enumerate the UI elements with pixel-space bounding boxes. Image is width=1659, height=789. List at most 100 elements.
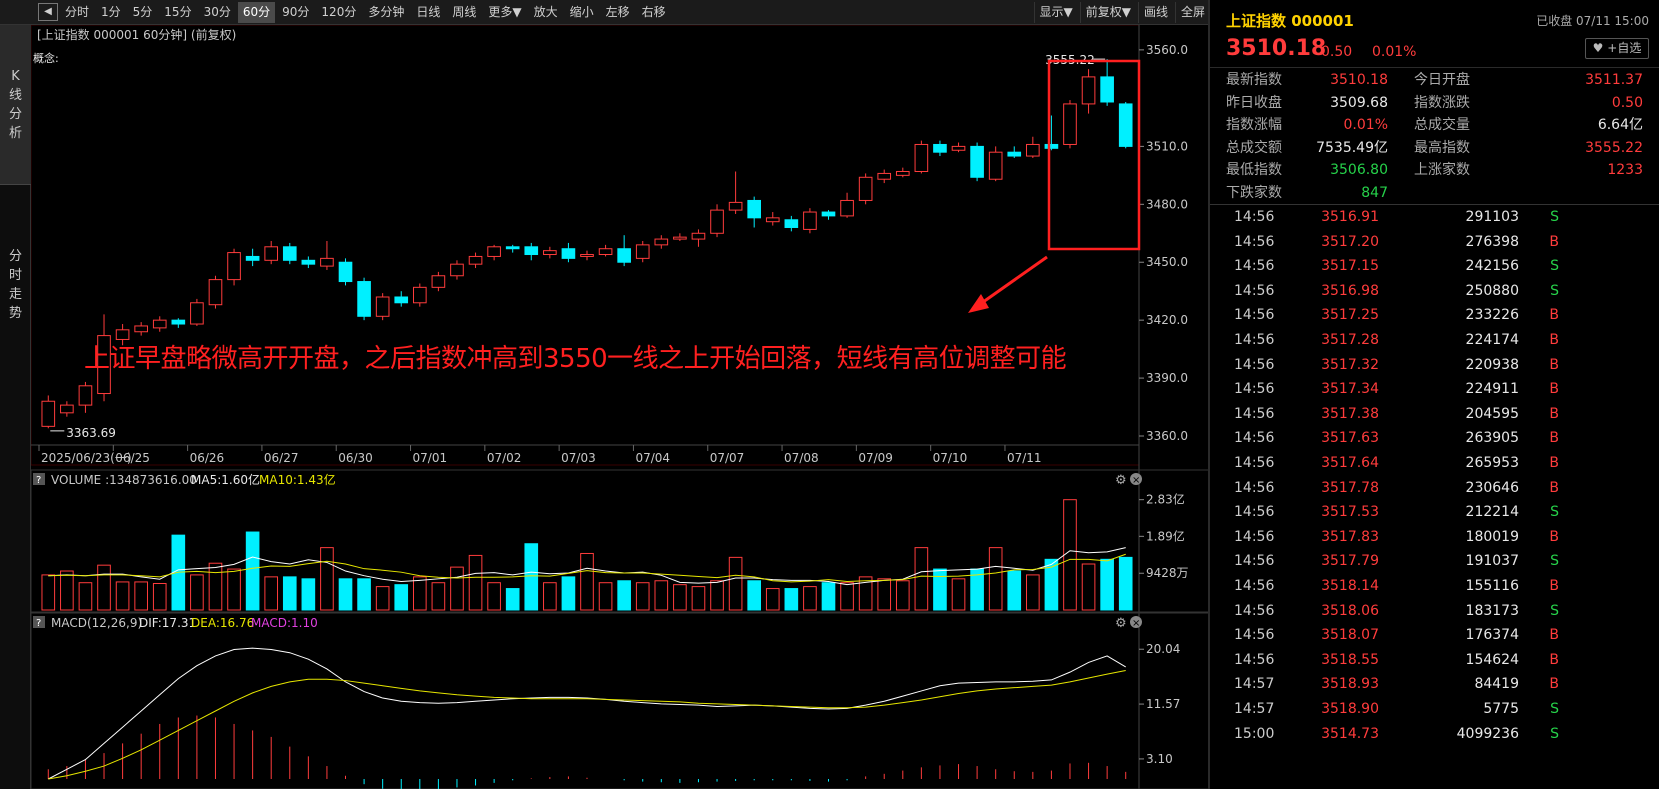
tick-side: S (1550, 504, 1559, 521)
volume-bar (505, 588, 520, 611)
chart-area[interactable]: [上证指数 000001 60分钟] (前复权) 概念: 3560.0 3510.0 3… (31, 25, 1208, 789)
period-button-5[interactable]: 60分 (237, 1, 276, 23)
period-button-0[interactable]: 分时 (60, 2, 94, 23)
tick-list[interactable]: 14:56 3516.91 291103 S 14:56 3517.20 276398 B 14… (1210, 204, 1659, 742)
stat-label: 今日开盘 (1414, 72, 1470, 88)
volume-bar (543, 582, 557, 611)
volume-bar (338, 578, 353, 611)
tick-price: 3517.32 (1321, 356, 1379, 373)
tick-side: B (1549, 479, 1559, 496)
stat-label: 指数涨幅 (1226, 117, 1282, 133)
tick-side: B (1549, 455, 1559, 471)
period-button-2[interactable]: 5分 (128, 2, 158, 23)
period-button-11[interactable]: 更多▼ (483, 2, 526, 23)
side-tab-char: 线 (8, 87, 22, 103)
period-button-4[interactable]: 30分 (199, 2, 236, 23)
candle-body (803, 211, 817, 230)
volume-bar (282, 576, 297, 611)
volume-bar (821, 582, 836, 611)
toolbar-right-button-3[interactable]: 全屏 (1174, 1, 1210, 23)
gear-icon[interactable]: ⚙ (1115, 616, 1127, 631)
tick-volume: 204595 (1465, 405, 1519, 422)
candle-body (1081, 76, 1096, 105)
period-button-7[interactable]: 120分 (316, 2, 361, 23)
candle-body (617, 248, 631, 263)
tick-row: 14:56 3518.14 155116 B (1210, 574, 1659, 598)
gear-icon[interactable]: ⚙ (1115, 473, 1127, 488)
tick-time: 14:56 (1234, 602, 1275, 619)
period-button-10[interactable]: 周线 (447, 2, 481, 23)
volume-bar (115, 581, 130, 611)
period-button-15[interactable]: 右移 (637, 2, 671, 23)
candle-body (338, 261, 353, 283)
tick-row: 14:56 3517.32 220938 B (1210, 353, 1659, 377)
candle-body (524, 246, 539, 256)
candle-body (914, 143, 929, 172)
macd-value-label: MACD:1.10 (251, 616, 318, 630)
tick-price: 3517.63 (1321, 430, 1379, 447)
annotation-text: 上证早盘略微高开开盘，之后指数冲高到3550一线之上开始回落，短线有高位调整可能 (84, 344, 1067, 374)
tick-price: 3517.25 (1321, 307, 1379, 324)
tick-price: 3516.98 (1321, 282, 1379, 299)
period-button-6[interactable]: 90分 (277, 2, 314, 23)
volume-bar (691, 586, 706, 611)
add-watchlist-button[interactable]: ♥ +自选 (1585, 38, 1649, 59)
candle-body (635, 244, 650, 259)
period-button-14[interactable]: 左移 (601, 2, 635, 23)
tick-row: 14:56 3517.38 204595 B (1210, 402, 1659, 426)
side-tab-char: K (11, 68, 20, 84)
candle-body (282, 246, 297, 261)
play-back-icon[interactable]: ◀ (38, 3, 58, 21)
period-button-8[interactable]: 多分钟 (363, 2, 409, 23)
period-button-9[interactable]: 日线 (411, 2, 445, 23)
volume-bar (951, 578, 966, 611)
tab-intraday-trend[interactable]: 分时走势 (0, 225, 31, 345)
volume-bar (227, 568, 241, 611)
volume-bar (747, 580, 762, 611)
candle-body (1026, 143, 1040, 157)
toolbar-right-button-2[interactable]: 画线 (1137, 1, 1173, 23)
price-tick-label: 3510.0 (1146, 139, 1188, 153)
chart-header: [上证指数 000001 60分钟] (前复权) (37, 27, 236, 42)
tick-volume: 183173 (1465, 602, 1519, 619)
candle-body (654, 238, 669, 246)
tick-side: B (1549, 651, 1559, 668)
candle-body (710, 209, 724, 234)
volume-bar (710, 580, 724, 611)
macd-dea-line (48, 669, 1126, 780)
quote-stats: 最新指数 3510.18 今日开盘 3511.37 昨日收盘 3509.68 指数涨跌 0.5… (1210, 69, 1659, 203)
app-window: ◀ 分时 1分 5分 15分 30分 60分 90分 120分 多分钟 日线 周线 更多▼ 放大 缩小 左移右… (0, 0, 1659, 789)
tick-side: B (1549, 627, 1559, 644)
candle-body (357, 281, 371, 317)
candle-body (673, 236, 687, 240)
period-button-12[interactable]: 放大 (529, 2, 563, 23)
tick-side: B (1549, 528, 1559, 545)
side-tab-char: 势 (8, 306, 22, 321)
period-button-1[interactable]: 1分 (96, 2, 126, 23)
candle-body (78, 385, 93, 406)
toolbar-right-button-0[interactable]: 显示▼ (1033, 1, 1078, 23)
tick-time: 14:56 (1234, 356, 1275, 373)
tick-time: 14:56 (1234, 405, 1275, 422)
date-label: 07/10 (933, 451, 968, 465)
period-button-3[interactable]: 15分 (159, 2, 196, 23)
volume-bar (895, 580, 910, 611)
tick-side: B (1549, 381, 1559, 398)
date-label: 07/01 (413, 451, 448, 465)
toolbar-right-button-1[interactable]: 前复权▼ (1079, 1, 1136, 23)
quote-panel: 上证指数 000001 已收盘 07/11 15:00 3510.18 0.50… (1210, 0, 1659, 789)
tick-row: 14:56 3518.07 176374 B (1210, 623, 1659, 647)
volume-bar (561, 576, 576, 611)
tab-k-line-analysis[interactable]: K线分析 (0, 25, 31, 185)
stat-value: 3506.80 (1330, 162, 1388, 178)
date-label: 06/30 (338, 451, 373, 465)
period-button-13[interactable]: 缩小 (565, 2, 599, 23)
candle-body (543, 250, 557, 256)
candle-body (951, 145, 966, 151)
volume-bar (1063, 499, 1077, 611)
tick-row: 14:56 3517.20 276398 B (1210, 230, 1659, 254)
tick-volume: 5775 (1483, 701, 1519, 717)
candle-body (190, 302, 204, 325)
tick-side: S (1550, 258, 1559, 275)
volume-bar (468, 554, 483, 611)
